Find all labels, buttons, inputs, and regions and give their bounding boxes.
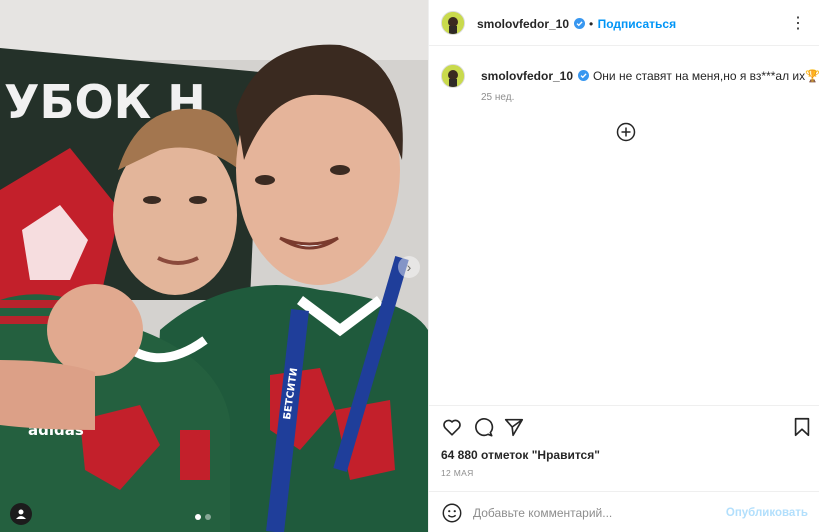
caption-age[interactable]: 25 нед. [481, 92, 514, 103]
caption-avatar[interactable] [441, 64, 465, 88]
carousel-dot [195, 514, 201, 520]
author-username[interactable]: smolovfedor_10 [477, 17, 569, 31]
carousel-dots [195, 514, 211, 520]
carousel-next-button[interactable]: › [398, 256, 420, 278]
publish-button[interactable]: Опубликовать [726, 507, 808, 519]
post-date[interactable]: 12 МАЯ [441, 468, 474, 478]
likes-count[interactable]: 64 880 отметок "Нравится" [441, 448, 600, 462]
carousel-dot [205, 514, 211, 520]
header-user-line: smolovfedor_10 • Подписаться [477, 15, 676, 33]
caption-text: Они не ставят на меня,но я вз***ал их🏆❤️ [592, 69, 819, 83]
tagged-users-button[interactable] [10, 503, 32, 525]
share-icon[interactable] [503, 416, 525, 438]
comment-bar: Опубликовать [429, 491, 819, 532]
carousel-next-icon: › [406, 259, 412, 275]
header-separator: • [588, 17, 594, 31]
comment-icon[interactable] [472, 416, 494, 438]
avatar-image [442, 12, 464, 34]
caption-line: smolovfedor_10 Они не ставят на меня,но … [481, 67, 819, 85]
post-photo[interactable]: УБОК Н adidas БЕТСИТИ › [0, 0, 428, 532]
emoji-icon[interactable] [441, 502, 463, 524]
load-more-comments-icon[interactable] [616, 122, 636, 142]
post-details-panel: smolovfedor_10 • Подписаться ⋮ smolovfed… [428, 0, 819, 532]
caption-username[interactable]: smolovfedor_10 [481, 69, 573, 83]
heart-icon[interactable] [441, 416, 463, 438]
avatar-image [442, 65, 464, 87]
more-options-icon[interactable]: ⋮ [790, 13, 806, 33]
verified-badge-icon [573, 18, 585, 29]
tagged-user-icon [16, 509, 26, 519]
author-avatar[interactable] [441, 11, 465, 35]
post-header: smolovfedor_10 • Подписаться ⋮ [429, 0, 819, 46]
follow-button[interactable]: Подписаться [598, 17, 676, 31]
bookmark-icon[interactable] [791, 416, 813, 438]
post-photo-image: УБОК Н adidas БЕТСИТИ [0, 0, 428, 532]
comment-input[interactable] [473, 502, 733, 524]
verified-badge-icon [577, 70, 589, 81]
action-bar [429, 405, 819, 445]
